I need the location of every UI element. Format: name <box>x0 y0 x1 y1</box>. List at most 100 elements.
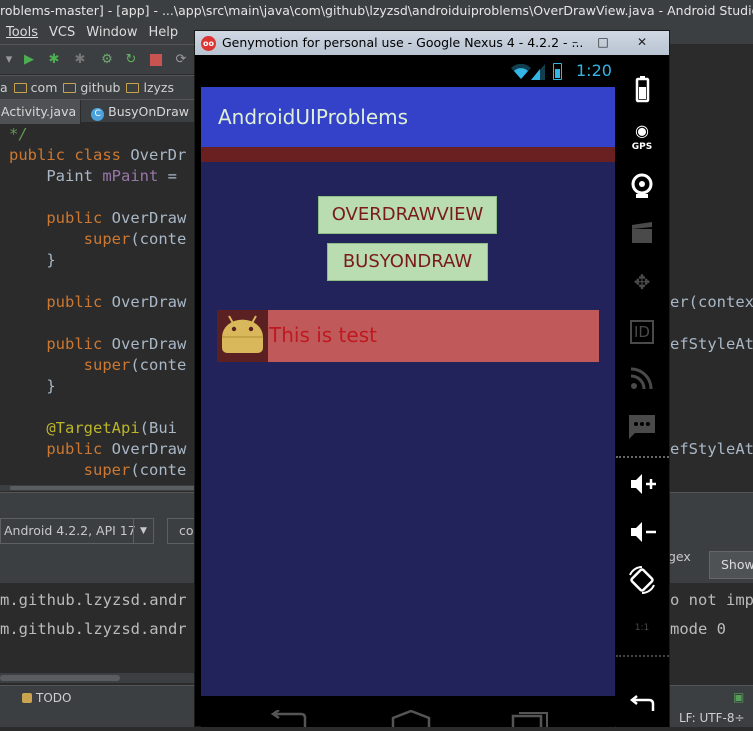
maximize-button[interactable]: □ <box>591 33 615 51</box>
editor-tab-strip: Activity.java C BusyOnDraw <box>0 99 200 124</box>
home-nav-icon[interactable] <box>391 710 431 727</box>
scrollbar-thumb[interactable] <box>0 675 120 681</box>
app-title: AndroidUIProblems <box>218 105 409 129</box>
breadcrumb: a com github lzyzs <box>0 75 200 99</box>
busyondraw-button[interactable]: BUSYONDRAW <box>327 243 488 281</box>
code-line: Paint mPaint = <box>9 167 177 185</box>
genymotion-title-bar[interactable]: oo Genymotion for personal use - Google … <box>195 31 669 55</box>
sync-icon[interactable]: ⟳ <box>174 53 188 67</box>
instant-run-icon[interactable]: ⚙ <box>100 53 114 67</box>
debug-icon[interactable]: ✱ <box>47 53 61 67</box>
gutter-marker <box>0 407 8 408</box>
code-line: } <box>9 251 56 269</box>
back-nav-icon[interactable] <box>267 710 307 727</box>
folder-icon <box>126 83 140 93</box>
status-clock: 1:20 <box>576 61 612 80</box>
gps-widget-icon[interactable]: ◉ GPS <box>625 121 659 155</box>
run-icon[interactable]: ▶ <box>22 53 36 67</box>
gutter-marker <box>0 281 8 282</box>
log-horizontal-scrollbar[interactable] <box>0 673 200 683</box>
gutter-marker <box>0 449 8 450</box>
breadcrumb-item[interactable]: github <box>80 80 120 95</box>
dropdown-arrow-icon[interactable]: ▾ <box>2 53 16 67</box>
gutter-marker <box>0 323 8 324</box>
code-line: super(conte <box>83 230 187 248</box>
stop-icon[interactable] <box>150 54 162 66</box>
apply-changes-icon[interactable]: ↻ <box>124 53 138 67</box>
wifi-icon <box>511 64 531 79</box>
code-line-overflow: er(contex <box>670 293 753 311</box>
move-icon: ✥ <box>633 270 651 294</box>
signal-icon <box>531 64 545 80</box>
breadcrumb-item[interactable]: a <box>0 80 8 95</box>
studio-title-bar: roblems-master] - [app] - ...\app\src\ma… <box>0 0 753 22</box>
genymotion-widget-bar: ◉ GPS ✥ ID 1:1 <box>616 57 669 727</box>
list-item[interactable]: This is test <box>217 310 599 362</box>
code-line: */ <box>9 125 28 143</box>
gutter-marker <box>0 176 8 177</box>
menu-help[interactable]: Help <box>149 25 179 40</box>
log-line-overflow: mode 0 <box>670 620 726 638</box>
menu-tools[interactable]: Tools <box>6 25 38 40</box>
todo-tool-tab[interactable]: TODO <box>22 690 71 706</box>
attach-debugger-icon[interactable]: ✱ <box>73 53 87 67</box>
id-widget-icon: ID <box>625 313 659 347</box>
webcam-widget-icon[interactable] <box>625 169 659 203</box>
regex-checkbox-label[interactable]: gex <box>668 549 691 564</box>
menu-vcs[interactable]: VCS <box>49 25 75 40</box>
gutter-marker <box>0 428 8 429</box>
encoding-indicator[interactable]: LF: UTF-8÷ <box>679 711 745 725</box>
android-icon-box <box>217 310 268 362</box>
gutter-marker <box>0 197 8 198</box>
menu-window[interactable]: Window <box>86 25 137 40</box>
android-status-bar: 1:20 <box>201 57 615 87</box>
minimize-button[interactable]: – <box>563 33 587 51</box>
android-navigation-bar <box>201 696 615 727</box>
editor-horizontal-scrollbar[interactable] <box>0 485 200 491</box>
code-line: public OverDraw <box>46 209 187 227</box>
rotate-icon[interactable] <box>625 563 659 597</box>
gutter-marker <box>0 134 8 135</box>
close-button[interactable]: ✕ <box>627 33 657 51</box>
genymotion-logo-icon: oo <box>201 36 216 51</box>
log-line-overflow: o not imp <box>670 591 753 609</box>
gutter-marker <box>0 470 8 471</box>
code-line: public OverDraw <box>46 440 187 458</box>
breadcrumb-item[interactable]: lzyzs <box>143 80 174 95</box>
gutter-marker <box>0 239 8 240</box>
todo-icon <box>22 693 32 703</box>
code-line: @TargetApi(Bui <box>46 419 177 437</box>
show-button[interactable]: Show <box>709 551 753 579</box>
code-line: public OverDraw <box>46 293 187 311</box>
studio-toolbar: ▾ ▶ ✱ ✱ ⚙ ↻ ⟳ <box>0 44 200 74</box>
todo-label: TODO <box>36 691 72 705</box>
recents-nav-icon[interactable] <box>511 710 551 727</box>
scrollbar-thumb[interactable] <box>10 486 195 490</box>
studio-window-title: roblems-master] - [app] - ...\app\src\ma… <box>0 3 753 18</box>
event-log-icon[interactable]: ▣ <box>733 690 753 704</box>
tab-label: Activity.java <box>1 104 77 119</box>
device-select-value: Android 4.2.2, API 17 <box>4 523 136 538</box>
folder-icon <box>13 83 27 93</box>
gutter-marker <box>0 302 8 303</box>
code-line: super(conte <box>83 356 187 374</box>
tab-busyondraw[interactable]: BusyOnDraw <box>108 104 189 119</box>
scale-icon: 1:1 <box>625 611 659 645</box>
battery-widget-icon[interactable] <box>625 73 659 107</box>
rss-icon <box>625 361 659 395</box>
video-capture-icon <box>625 217 659 251</box>
widget-separator <box>616 456 669 458</box>
android-icon <box>222 315 263 353</box>
gutter-marker <box>0 365 8 366</box>
list-item-text: This is test <box>269 323 377 347</box>
volume-down-icon[interactable] <box>625 515 659 549</box>
class-icon: C <box>91 108 105 121</box>
volume-up-icon[interactable] <box>625 467 659 501</box>
device-select[interactable]: Android 4.2.2, API 17 ▼ <box>0 518 154 544</box>
app-action-bar: AndroidUIProblems <box>201 87 615 147</box>
overdrawview-button[interactable]: OVERDRAWVIEW <box>318 196 497 234</box>
busyondraw-button-label: BUSYONDRAW <box>342 251 473 272</box>
breadcrumb-item[interactable]: com <box>31 80 58 95</box>
tab-activity[interactable]: Activity.java <box>0 100 82 124</box>
back-icon[interactable] <box>625 687 659 721</box>
